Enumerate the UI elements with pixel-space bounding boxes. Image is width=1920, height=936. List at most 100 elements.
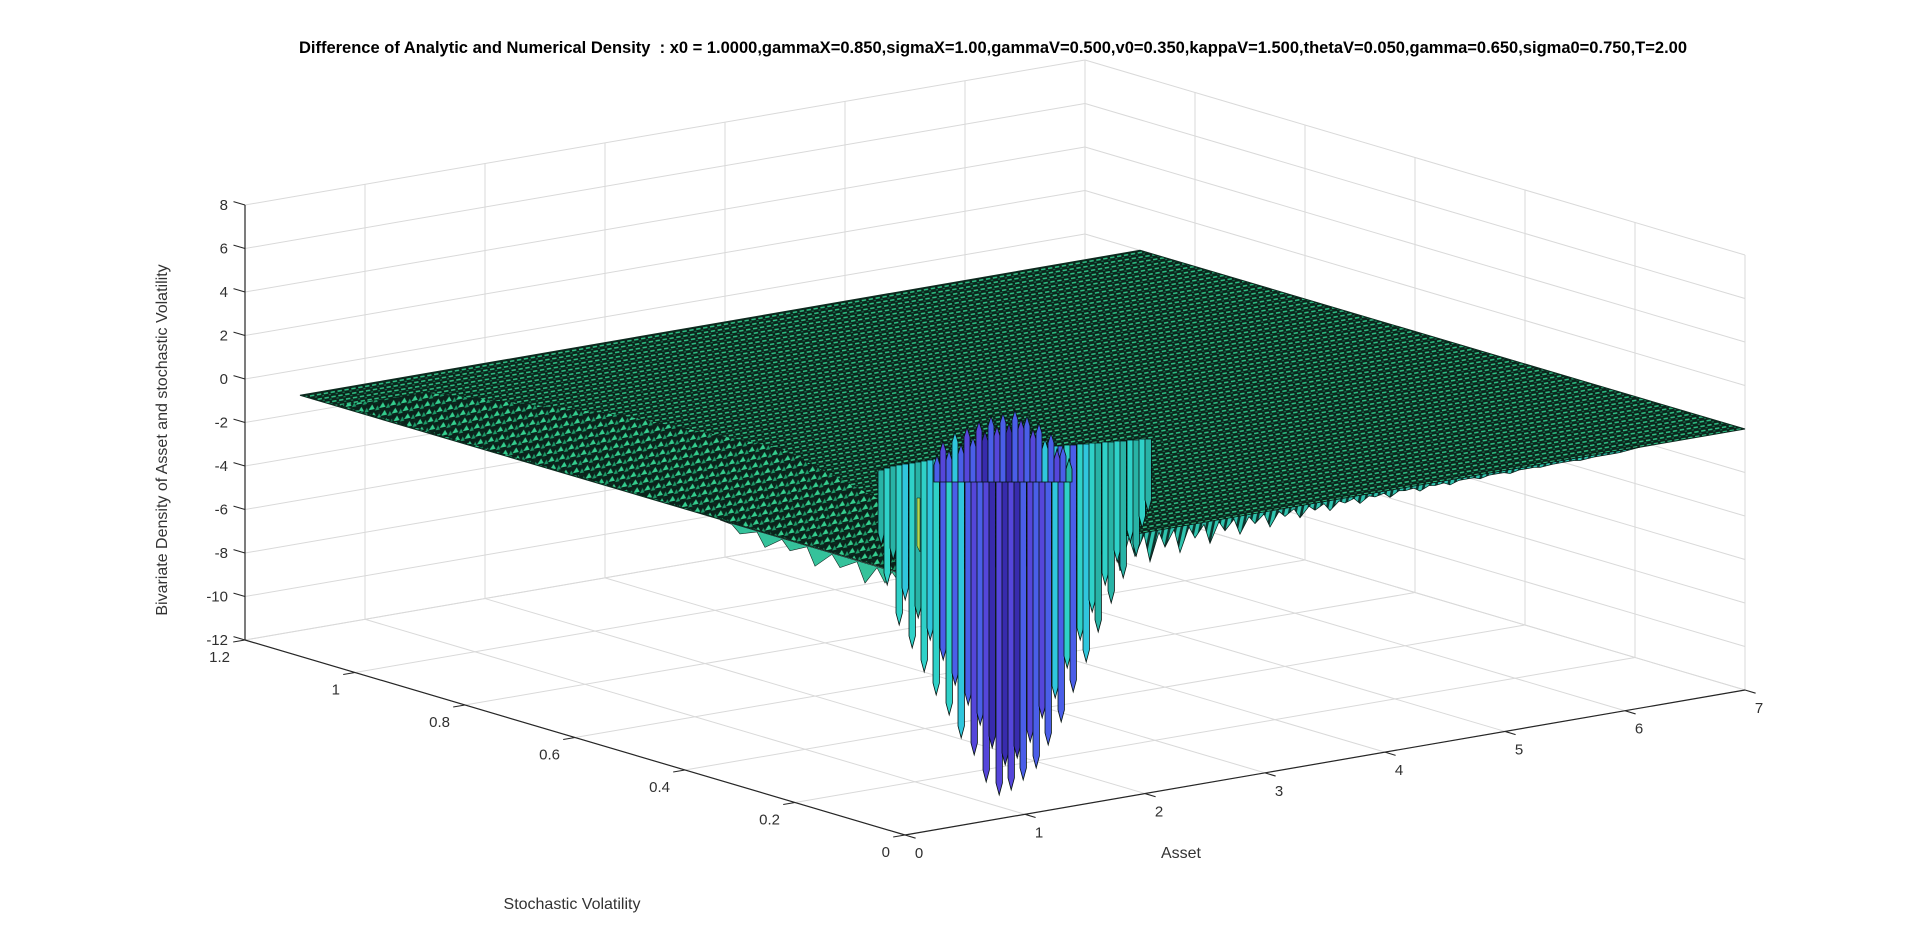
- x-tick-label: 7: [1755, 700, 1763, 717]
- dip-strip: [945, 456, 953, 717]
- dip-strip: [926, 459, 934, 642]
- y-tick-mark: [563, 736, 576, 741]
- z-tick-label: -6: [215, 502, 228, 519]
- matlab-figure-canvas: 0 1 2 3 4 5 6 7 0 0.2 0.4 0.6 0.8 1 1.2 8 6 4 2 0 -2 -4 -6 -8 -1…: [0, 0, 1920, 936]
- z-tick-label: 0: [220, 371, 228, 388]
- z-tick-label: 4: [220, 284, 228, 301]
- dip-strip: [939, 457, 947, 662]
- x-tick-mark: [904, 834, 916, 839]
- z-tick-mark: [233, 636, 246, 641]
- y-tick-mark: [893, 834, 906, 838]
- up-spike-strip: [1011, 408, 1019, 483]
- dip-strip: [1007, 449, 1015, 792]
- up-spike-strip: [987, 414, 995, 483]
- y-tick-mark: [343, 671, 356, 676]
- x-tick-mark: [1504, 730, 1516, 736]
- z-tick-mark: [233, 505, 246, 511]
- z-tick-label: -12: [206, 632, 228, 649]
- z-tick-label: -8: [215, 545, 228, 562]
- dip-strip: [1057, 445, 1065, 724]
- up-spike-strip: [981, 429, 989, 483]
- dip-strip: [901, 463, 909, 602]
- x-tick-label: 4: [1395, 762, 1403, 779]
- dip-strip: [877, 469, 885, 547]
- y-tick-label: 0.4: [649, 779, 670, 796]
- x-tick-label: 2: [1155, 804, 1163, 821]
- y-tick-label: 0.8: [429, 714, 450, 731]
- dip-strip: [1013, 448, 1021, 760]
- floor-grid-line: [794, 657, 1636, 803]
- dip-strip: [982, 451, 990, 784]
- z-tick-mark: [233, 549, 246, 554]
- y-tick-label: 0.6: [539, 747, 560, 764]
- z-tick-mark: [233, 375, 246, 380]
- y-axis-label: Stochastic Volatility: [504, 896, 641, 913]
- dip-strip: [1076, 443, 1084, 642]
- z-tick-label: 8: [220, 197, 228, 214]
- z-tick-mark: [233, 592, 246, 598]
- dip-strip: [1094, 442, 1102, 634]
- dip-strip: [883, 467, 891, 587]
- dip-strip: [1026, 447, 1034, 744]
- up-spike-strip: [963, 425, 971, 483]
- dip-region: [877, 408, 1152, 797]
- up-spike-strip: [975, 419, 983, 483]
- z-tick-mark: [233, 244, 246, 250]
- dip-strip: [920, 460, 928, 674]
- z-axis-label: Bivariate Density of Asset and stochasti…: [154, 264, 171, 615]
- up-spike-strip: [951, 430, 959, 483]
- dip-strip: [1126, 439, 1134, 544]
- dip-strip: [1113, 440, 1121, 564]
- z-tick-label: -4: [215, 458, 228, 475]
- up-spike-strip: [999, 411, 1007, 483]
- z-tick-label: -2: [215, 415, 228, 432]
- y-tick-label: 0: [882, 844, 890, 861]
- up-spike-strip: [957, 442, 965, 483]
- y-tick-label: 1: [332, 682, 340, 699]
- y-tick-mark: [673, 769, 686, 773]
- up-spike-strip: [939, 439, 947, 483]
- y-tick-mark: [233, 639, 246, 643]
- dip-strip: [1082, 443, 1090, 664]
- z-tick-mark: [233, 288, 246, 293]
- floor-grid-line: [684, 624, 1526, 771]
- x-tick-label: 0: [915, 845, 923, 862]
- y-tick-mark: [453, 704, 466, 708]
- dip-strip: [1088, 442, 1096, 614]
- z-tick-label: 2: [220, 328, 228, 345]
- dip-yellow-sliver: [916, 497, 921, 553]
- leftwall-grid-line: [244, 59, 1086, 206]
- z-tick-label: 6: [220, 241, 228, 258]
- dip-strip: [1019, 448, 1027, 782]
- x-tick-mark: [1024, 813, 1036, 819]
- x-tick-mark: [1744, 689, 1756, 694]
- dip-strip: [957, 455, 965, 740]
- dip-strip: [1038, 446, 1046, 720]
- dip-strip: [964, 454, 972, 707]
- x-tick-mark: [1624, 710, 1636, 715]
- x-tick-label: 6: [1635, 721, 1643, 738]
- up-spike-strip: [1023, 414, 1031, 483]
- dip-strip: [976, 452, 984, 727]
- dip-strip: [895, 464, 903, 627]
- z-tick-mark: [233, 462, 246, 467]
- z-tick-mark: [233, 201, 246, 206]
- up-spike-strip: [1005, 421, 1013, 483]
- up-spike-strip: [1017, 417, 1025, 483]
- up-spike-strip: [993, 424, 1001, 483]
- z-tick-mark: [233, 331, 246, 337]
- up-spike-strip: [1041, 437, 1049, 483]
- x-tick-mark: [1264, 772, 1276, 777]
- up-spike-strip: [1035, 421, 1043, 483]
- leftwall-grid-line: [244, 103, 1086, 249]
- x-axis-label: Asset: [1161, 845, 1202, 862]
- y-tick-label: 0.2: [759, 812, 780, 829]
- dip-strip: [889, 465, 897, 562]
- dip-strip: [995, 450, 1003, 797]
- up-spike-strip: [969, 435, 977, 483]
- dip-strip: [970, 453, 978, 757]
- dip-strip: [1138, 438, 1146, 530]
- leftwall-grid-line: [244, 146, 1086, 293]
- z-tick-mark: [233, 418, 246, 424]
- x-tick-label: 5: [1515, 741, 1523, 758]
